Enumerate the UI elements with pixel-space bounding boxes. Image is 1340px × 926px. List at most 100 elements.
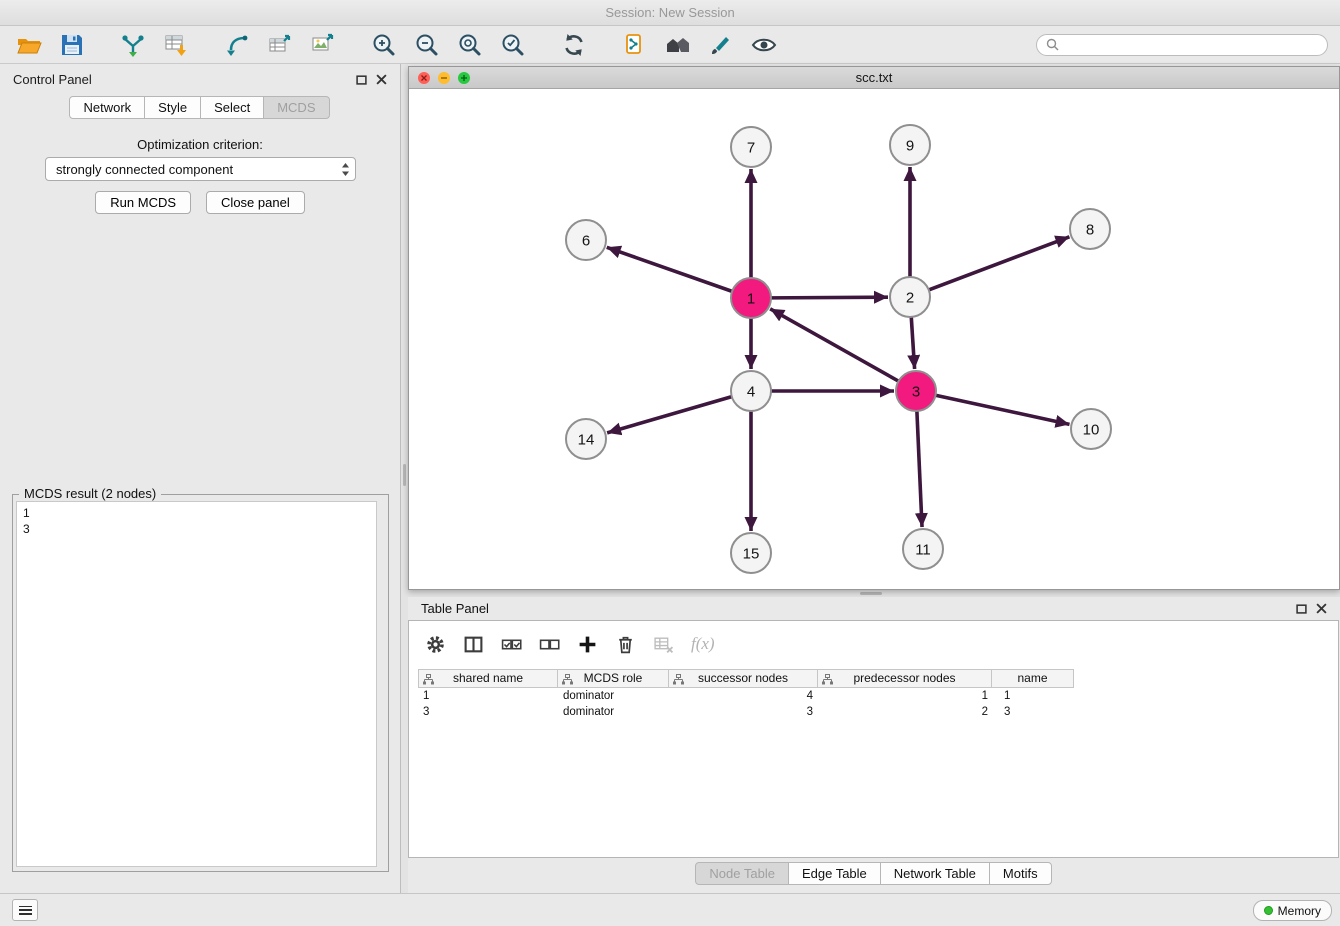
close-window-button[interactable] — [418, 72, 430, 84]
save-session-button[interactable] — [53, 30, 91, 60]
zoom-in-button[interactable] — [365, 30, 403, 60]
minimize-window-button[interactable] — [438, 72, 450, 84]
graph-edge-1-6[interactable] — [607, 247, 732, 291]
float-panel-icon[interactable] — [356, 74, 367, 85]
graph-edge-1-2[interactable] — [771, 297, 888, 298]
column-header-shared-name[interactable]: shared name — [418, 669, 558, 688]
cell-mcds-role[interactable]: dominator — [558, 688, 670, 704]
tab-network-table[interactable]: Network Table — [880, 862, 990, 885]
cell-successor-nodes[interactable]: 3 — [670, 704, 820, 720]
tab-motifs[interactable]: Motifs — [989, 862, 1052, 885]
open-file-button[interactable] — [10, 30, 48, 60]
cell-successor-nodes[interactable]: 4 — [670, 688, 820, 704]
graph-node-8[interactable]: 8 — [1070, 209, 1110, 249]
open-folder-icon — [16, 32, 42, 58]
graph-edge-2-3[interactable] — [911, 317, 914, 369]
tab-node-table[interactable]: Node Table — [695, 862, 789, 885]
split-columns-icon[interactable] — [463, 634, 484, 655]
apply-style-button[interactable] — [702, 30, 740, 60]
export-image-button[interactable] — [304, 30, 342, 60]
cell-predecessor-nodes[interactable]: 1 — [820, 688, 995, 704]
delete-trash-icon[interactable] — [615, 634, 636, 655]
network-view-window: scc.txt 7 9 6 8 1 2 4 3 14 10 15 11 — [408, 66, 1340, 590]
clone-network-button[interactable] — [616, 30, 654, 60]
graph-edge-4-14[interactable] — [607, 397, 732, 433]
memory-button[interactable]: Memory — [1253, 900, 1332, 921]
tab-network[interactable]: Network — [69, 96, 145, 119]
list-icon — [19, 906, 32, 915]
graph-node-11[interactable]: 11 — [903, 529, 943, 569]
svg-text:6: 6 — [582, 232, 590, 249]
deselect-all-icon[interactable] — [539, 634, 560, 655]
zoom-out-button[interactable] — [408, 30, 446, 60]
svg-text:10: 10 — [1083, 421, 1100, 438]
close-panel-button[interactable]: Close panel — [206, 191, 305, 214]
graph-edge-2-8[interactable] — [929, 237, 1070, 290]
graph-node-14[interactable]: 14 — [566, 419, 606, 459]
show-hide-graphics-button[interactable] — [745, 30, 783, 60]
vertical-splitter[interactable] — [401, 64, 408, 893]
new-network-button[interactable] — [218, 30, 256, 60]
graph-node-3[interactable]: 3 — [896, 371, 936, 411]
cell-name[interactable]: 3 — [995, 704, 1078, 720]
mcds-result-line[interactable]: 3 — [23, 521, 370, 537]
add-column-icon[interactable] — [577, 634, 598, 655]
horizontal-splitter[interactable] — [408, 590, 1340, 597]
graph-node-6[interactable]: 6 — [566, 220, 606, 260]
close-panel-icon[interactable] — [1316, 603, 1327, 614]
graph-node-9[interactable]: 9 — [890, 125, 930, 165]
close-panel-icon[interactable] — [376, 74, 387, 85]
optimization-criterion-label: Optimization criterion: — [0, 137, 400, 152]
graph-node-10[interactable]: 10 — [1071, 409, 1111, 449]
zoom-selected-button[interactable] — [494, 30, 532, 60]
cell-name[interactable]: 1 — [995, 688, 1078, 704]
splitter-grip[interactable] — [860, 592, 882, 595]
splitter-grip[interactable] — [403, 464, 406, 486]
settings-gear-icon[interactable] — [425, 634, 446, 655]
cell-predecessor-nodes[interactable]: 2 — [820, 704, 995, 720]
search-input[interactable] — [1064, 38, 1318, 52]
task-history-button[interactable] — [12, 899, 38, 921]
graph-node-7[interactable]: 7 — [731, 127, 771, 167]
mcds-result-list[interactable]: 1 3 — [16, 501, 377, 867]
mcds-result-line[interactable]: 1 — [23, 505, 370, 521]
cell-shared-name[interactable]: 3 — [418, 704, 558, 720]
zoom-window-button[interactable] — [458, 72, 470, 84]
cell-mcds-role[interactable]: dominator — [558, 704, 670, 720]
graph-edge-3-10[interactable] — [936, 395, 1070, 424]
graph-edge-3-1[interactable] — [770, 309, 898, 381]
refresh-view-button[interactable] — [555, 30, 593, 60]
select-all-icon[interactable] — [501, 634, 522, 655]
graph-node-15[interactable]: 15 — [731, 533, 771, 573]
home-layout-button[interactable] — [659, 30, 697, 60]
graph-node-1[interactable]: 1 — [731, 278, 771, 318]
run-mcds-button[interactable]: Run MCDS — [95, 191, 191, 214]
graph-node-2[interactable]: 2 — [890, 277, 930, 317]
table-toolbar: f(x) — [409, 621, 1338, 667]
zoom-fit-button[interactable] — [451, 30, 489, 60]
column-header-successor-nodes[interactable]: successor nodes — [668, 669, 818, 688]
column-tree-icon — [423, 674, 434, 685]
svg-text:3: 3 — [912, 383, 920, 400]
tab-mcds[interactable]: MCDS — [263, 96, 329, 119]
tab-select[interactable]: Select — [200, 96, 264, 119]
graph-node-4[interactable]: 4 — [731, 371, 771, 411]
tab-edge-table[interactable]: Edge Table — [788, 862, 881, 885]
control-panel-title: Control Panel — [13, 72, 92, 87]
network-window-titlebar[interactable]: scc.txt — [409, 67, 1339, 89]
import-network-button[interactable] — [114, 30, 152, 60]
tab-style[interactable]: Style — [144, 96, 201, 119]
import-table-button[interactable] — [157, 30, 195, 60]
column-header-mcds-role[interactable]: MCDS role — [557, 669, 669, 688]
criterion-select[interactable]: strongly connected component — [45, 157, 356, 181]
column-header-name[interactable]: name — [991, 669, 1074, 688]
export-network-button[interactable] — [261, 30, 299, 60]
float-panel-icon[interactable] — [1296, 603, 1307, 614]
table-row[interactable]: 3 dominator 3 2 3 — [418, 704, 1329, 720]
mcds-result-box: MCDS result (2 nodes) 1 3 — [12, 494, 389, 872]
graph-edge-3-11[interactable] — [917, 411, 922, 527]
table-row[interactable]: 1 dominator 4 1 1 — [418, 688, 1329, 704]
column-header-predecessor-nodes[interactable]: predecessor nodes — [817, 669, 992, 688]
network-graph[interactable]: 7 9 6 8 1 2 4 3 14 10 15 11 — [409, 89, 1339, 589]
cell-shared-name[interactable]: 1 — [418, 688, 558, 704]
